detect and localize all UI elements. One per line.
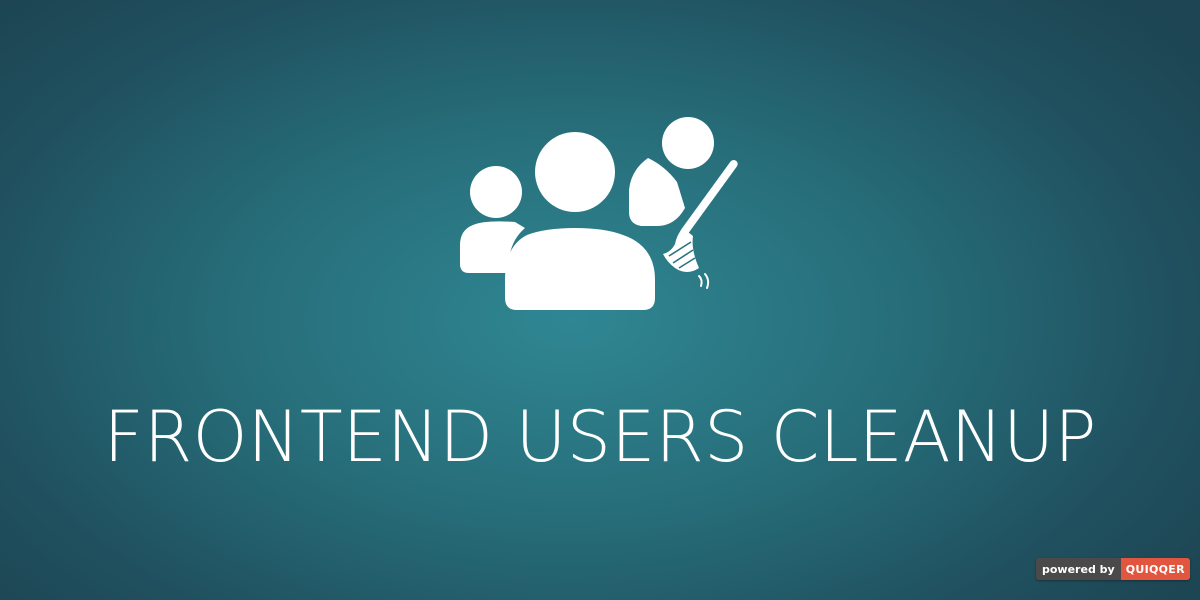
powered-by-badge[interactable]: powered by QUIQQER (1036, 558, 1190, 580)
main-user-body (505, 228, 655, 310)
broom-head (663, 228, 699, 272)
brand-logo-label: QUIQQER (1120, 558, 1190, 580)
broom-handle (680, 160, 738, 236)
page-title: FRONTEND USERS CLEANUP (103, 396, 1097, 478)
users-cleanup-icon (460, 117, 738, 310)
sweep-dust-2 (704, 273, 710, 289)
left-user-head (470, 166, 522, 218)
powered-by-label: powered by (1036, 558, 1121, 580)
back-user-body (629, 158, 685, 226)
back-user-head (662, 117, 714, 169)
sweep-dust-1 (698, 275, 703, 287)
main-user-head (535, 132, 615, 212)
